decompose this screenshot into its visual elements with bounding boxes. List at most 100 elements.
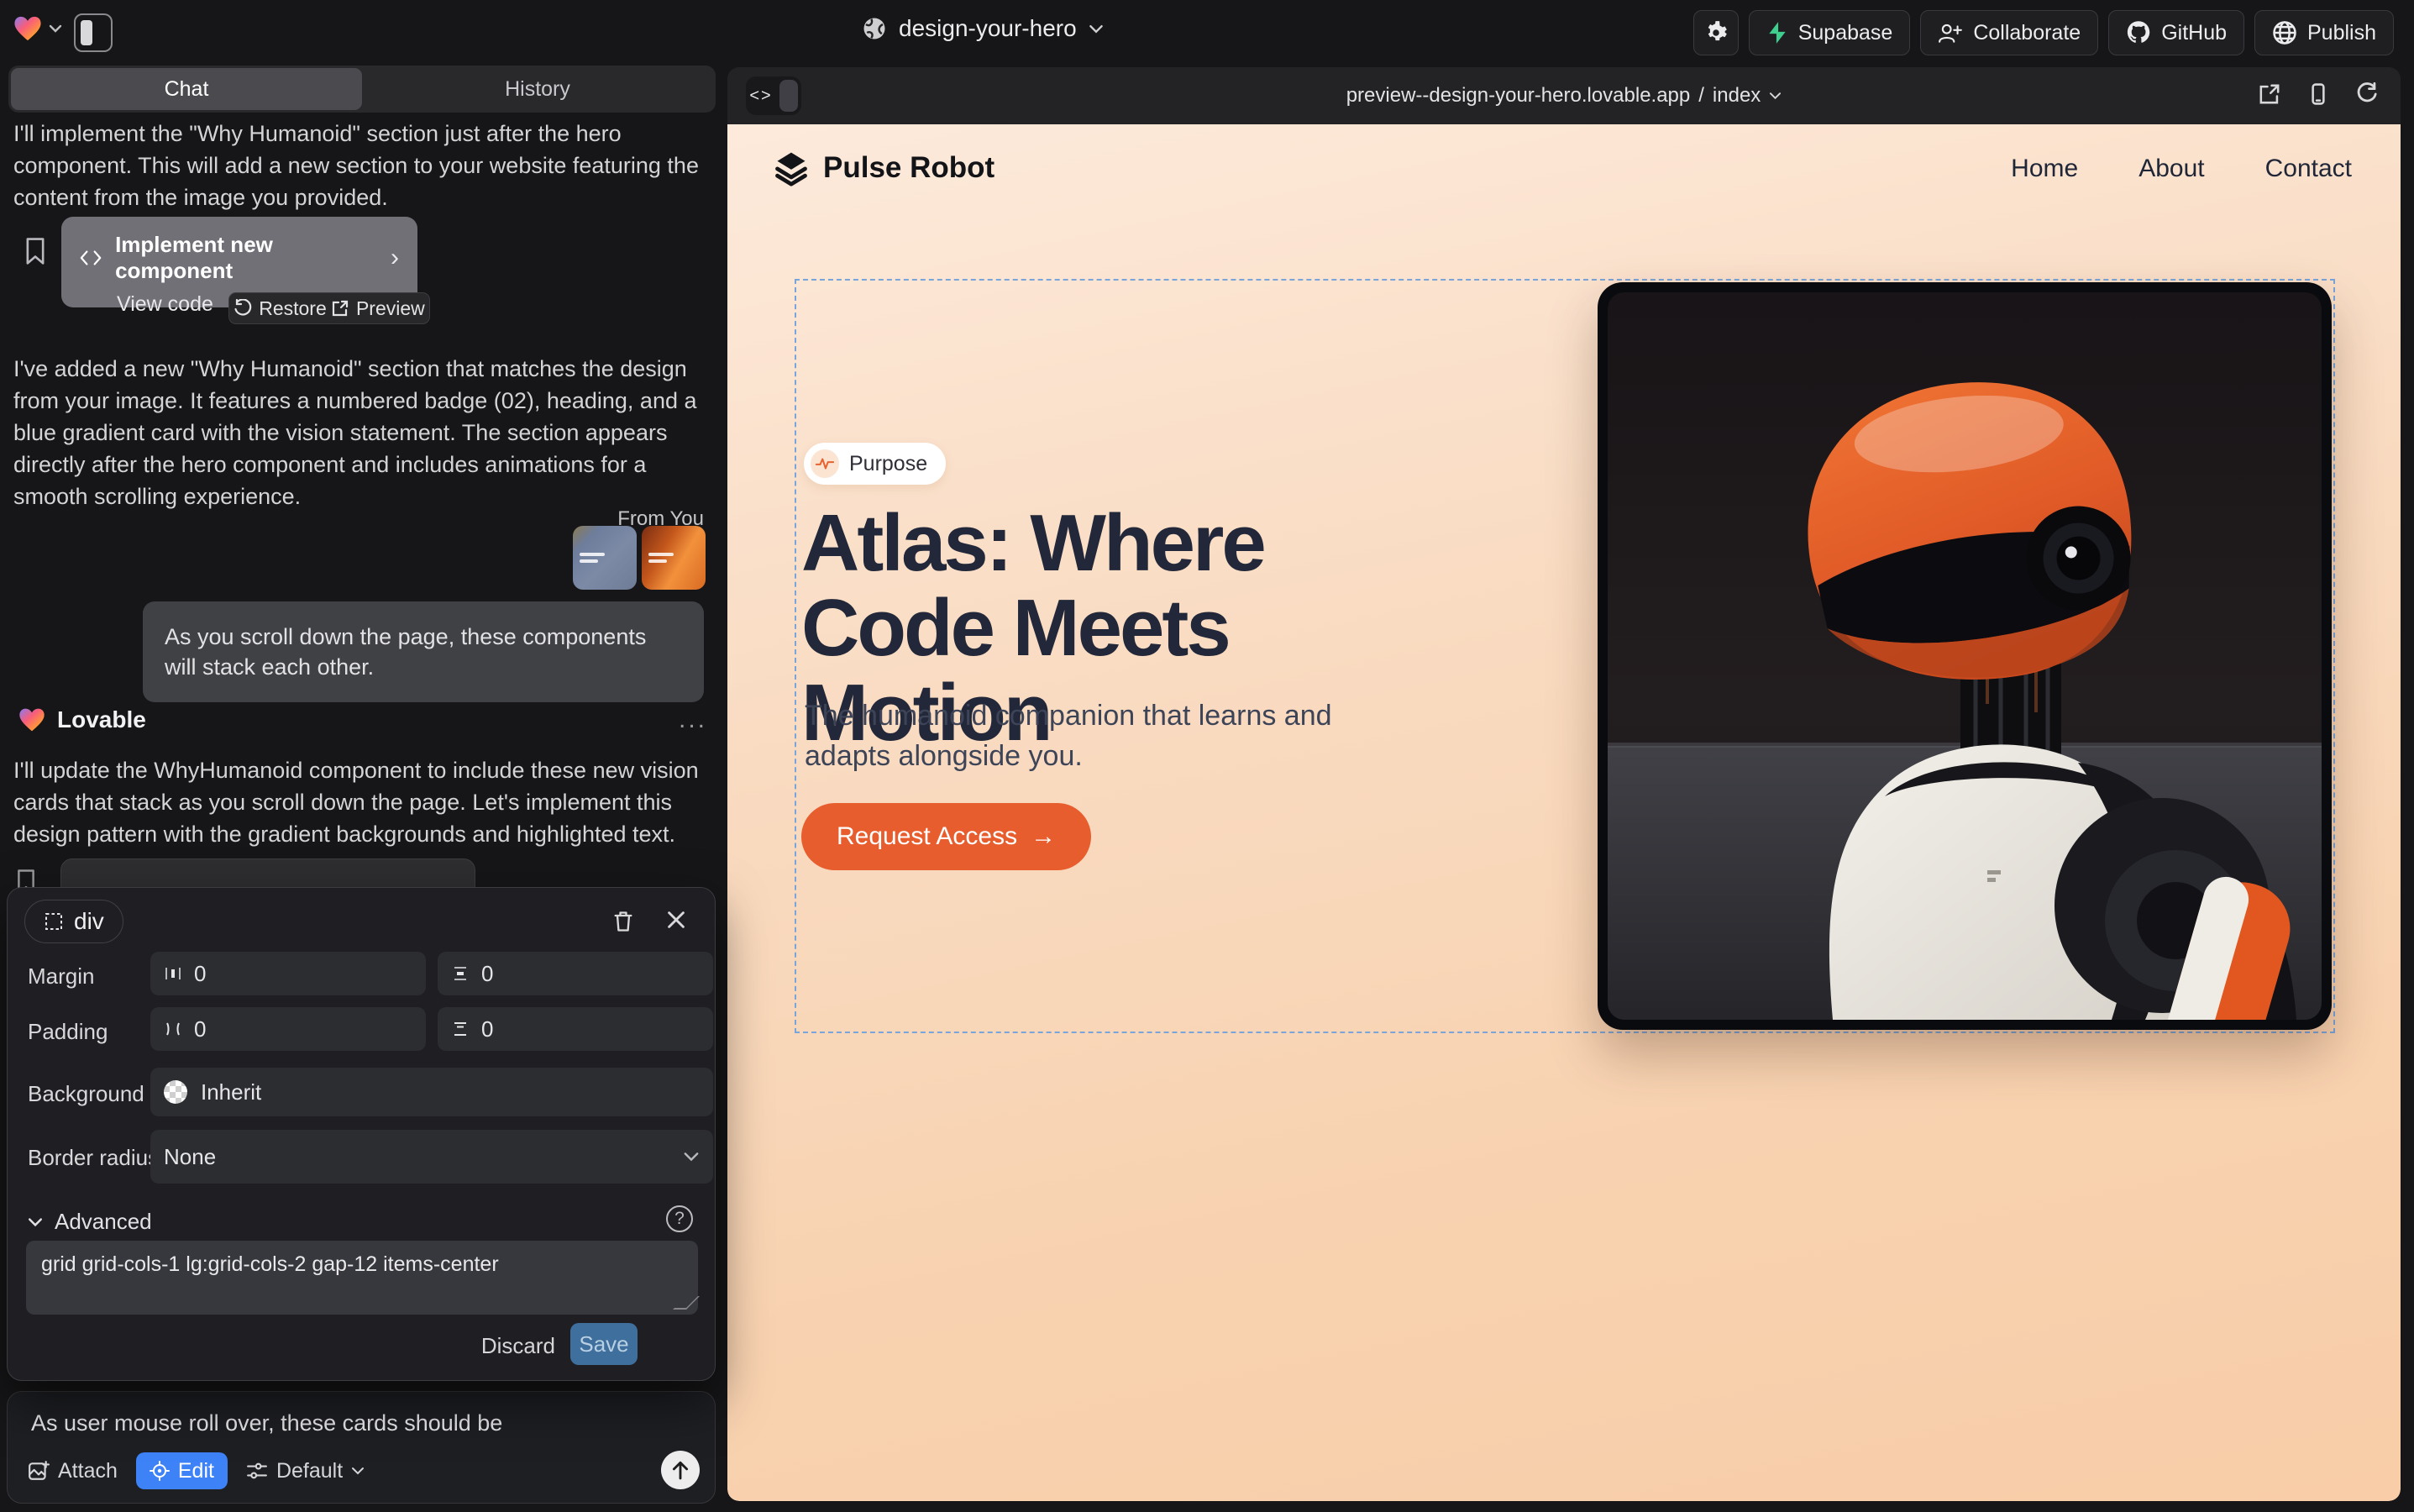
settings-button[interactable] <box>1693 10 1739 55</box>
mobile-view-icon[interactable] <box>2306 82 2330 106</box>
margin-y-input[interactable]: 0 <box>438 952 713 995</box>
background-label: Background <box>28 1081 144 1107</box>
component-card-title: Implement new component <box>115 232 377 284</box>
publish-button[interactable]: Publish <box>2254 10 2394 55</box>
lovable-heart-icon <box>18 707 45 732</box>
border-radius-select[interactable]: None <box>150 1130 713 1184</box>
arrow-right-icon: → <box>1031 822 1056 851</box>
send-button[interactable] <box>661 1451 700 1489</box>
message-menu-button[interactable]: ... <box>679 706 707 734</box>
supabase-label: Supabase <box>1798 21 1893 45</box>
hero-subheadline: The humanoid companion that learns and a… <box>805 696 1376 776</box>
topbar-actions: Supabase Collaborate GitHub Publish <box>1693 10 2394 55</box>
publish-label: Publish <box>2307 21 2376 45</box>
element-inspector-panel: div Margin 0 0 Padding 0 0 Background In… <box>7 887 716 1381</box>
margin-y-value: 0 <box>481 961 493 987</box>
tab-history[interactable]: History <box>362 68 713 110</box>
padding-x-input[interactable]: 0 <box>150 1007 426 1051</box>
attachment-thumbnail-blue[interactable] <box>573 526 637 590</box>
supabase-icon <box>1766 21 1788 45</box>
attachment-thumbnail-orange[interactable] <box>642 526 706 590</box>
assistant-message-2: I've added a new "Why Humanoid" section … <box>13 353 716 512</box>
border-radius-label: Border radius <box>28 1145 159 1171</box>
github-button[interactable]: GitHub <box>2108 10 2244 55</box>
site-header: Pulse Robot Home About Contact <box>727 124 2401 218</box>
restore-label: Restore <box>259 297 327 320</box>
padding-y-value: 0 <box>481 1016 493 1042</box>
hero-image-card <box>1598 282 2332 1030</box>
attach-image-icon <box>28 1460 50 1482</box>
publish-globe-icon <box>2272 20 2297 45</box>
composer-toolbar: Attach Edit Default <box>28 1452 365 1489</box>
assistant-name: Lovable <box>57 706 146 733</box>
project-name: design-your-hero <box>899 15 1077 42</box>
advanced-toggle[interactable]: Advanced <box>28 1209 152 1235</box>
preview-actions <box>2258 82 2379 106</box>
nav-link-home[interactable]: Home <box>2011 155 2078 183</box>
supabase-button[interactable]: Supabase <box>1749 10 1911 55</box>
thumbnail-text-mark <box>580 559 598 563</box>
sidebar-toggle-button[interactable] <box>74 13 113 52</box>
selected-element-pill[interactable]: div <box>24 900 123 943</box>
pulse-icon <box>811 449 839 478</box>
background-value: Inherit <box>201 1079 261 1105</box>
classes-textarea[interactable]: grid grid-cols-1 lg:grid-cols-2 gap-12 i… <box>26 1241 698 1315</box>
collaborate-label: Collaborate <box>1973 21 2081 45</box>
close-icon[interactable] <box>666 910 686 930</box>
preview-url-breadcrumb[interactable]: preview--design-your-hero.lovable.app / … <box>727 67 2401 124</box>
discard-button[interactable]: Discard <box>481 1333 555 1359</box>
mode-select[interactable]: Default <box>246 1459 365 1483</box>
breadcrumb-host: preview--design-your-hero.lovable.app <box>1346 84 1691 108</box>
background-field[interactable]: Inherit <box>150 1068 713 1116</box>
chevron-down-icon <box>1089 24 1104 34</box>
help-icon[interactable]: ? <box>666 1205 693 1232</box>
tab-chat[interactable]: Chat <box>11 68 362 110</box>
refresh-icon[interactable] <box>2355 82 2379 106</box>
transparency-swatch-icon <box>164 1080 187 1104</box>
chevron-down-icon <box>1769 92 1782 100</box>
margin-horizontal-icon <box>164 964 182 983</box>
chevron-down-icon <box>49 24 62 33</box>
lovable-heart-icon <box>13 15 42 42</box>
restore-button[interactable]: Restore <box>234 297 327 320</box>
edit-mode-button[interactable]: Edit <box>136 1452 228 1489</box>
padding-horizontal-icon <box>164 1020 182 1038</box>
assistant-header: Lovable ... <box>18 706 707 734</box>
purpose-badge-label: Purpose <box>849 452 927 476</box>
margin-vertical-icon <box>451 964 470 983</box>
project-selector[interactable]: design-your-hero <box>862 15 1104 42</box>
purpose-badge: Purpose <box>804 443 946 485</box>
restore-icon <box>234 299 252 318</box>
bookmark-icon[interactable] <box>24 237 47 265</box>
arrow-up-icon <box>671 1460 690 1480</box>
resize-handle[interactable] <box>673 1296 700 1310</box>
save-button[interactable]: Save <box>570 1323 638 1365</box>
trash-icon[interactable] <box>612 910 634 933</box>
margin-x-value: 0 <box>194 961 206 987</box>
cta-label: Request Access <box>837 822 1017 851</box>
chevron-down-icon <box>683 1152 700 1162</box>
composer-input[interactable]: As user mouse roll over, these cards sho… <box>31 1410 686 1436</box>
nav-link-about[interactable]: About <box>2138 155 2204 183</box>
globe-icon <box>862 16 887 41</box>
margin-x-input[interactable]: 0 <box>150 952 426 995</box>
nav-link-contact[interactable]: Contact <box>2265 155 2352 183</box>
github-label: GitHub <box>2161 21 2227 45</box>
site-brand[interactable]: Pulse Robot <box>773 150 994 186</box>
dashed-box-icon <box>44 911 64 932</box>
chat-history-tabs: Chat History <box>8 66 716 113</box>
preview-button[interactable]: Preview <box>331 297 425 320</box>
border-radius-value: None <box>164 1144 216 1170</box>
open-in-new-icon[interactable] <box>2258 82 2281 106</box>
attach-button[interactable]: Attach <box>28 1459 118 1483</box>
collaborate-button[interactable]: Collaborate <box>1920 10 2098 55</box>
breadcrumb-separator: / <box>1698 84 1704 108</box>
robot-hero-image <box>1608 292 2322 1020</box>
padding-y-input[interactable]: 0 <box>438 1007 713 1051</box>
github-icon <box>2126 20 2151 45</box>
thumbnail-text-mark <box>580 553 605 556</box>
preview-panel: <> preview--design-your-hero.lovable.app… <box>727 67 2401 1501</box>
request-access-button[interactable]: Request Access → <box>801 803 1091 870</box>
lovable-menu-button[interactable] <box>13 15 62 42</box>
chevron-down-icon <box>351 1467 365 1475</box>
